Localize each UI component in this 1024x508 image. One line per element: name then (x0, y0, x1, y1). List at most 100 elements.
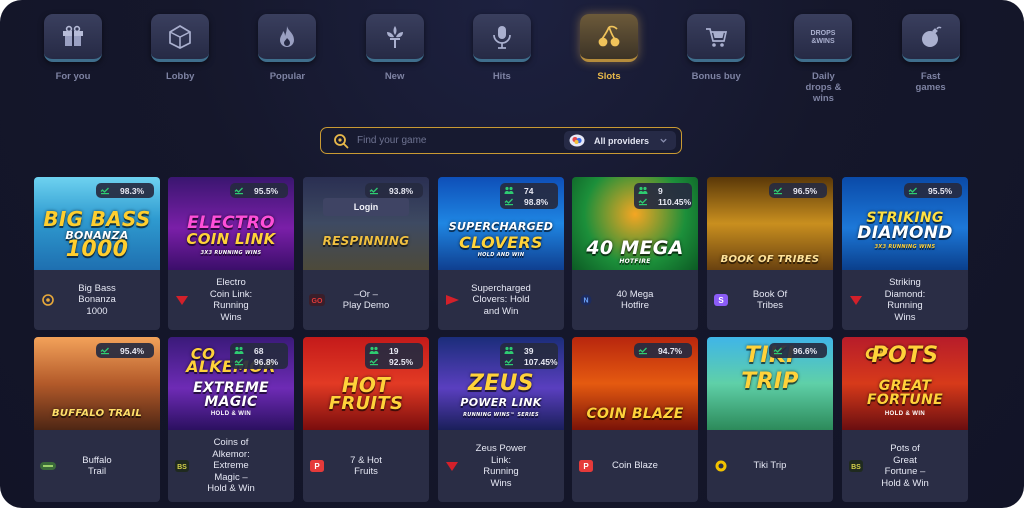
game-card[interactable]: TIKITRIP96.6%Tiki Trip (707, 337, 833, 502)
players-icon (638, 186, 648, 194)
svg-text:P: P (583, 462, 589, 471)
svg-text:S: S (718, 296, 724, 305)
game-info: BS Coins of Alkemor: Extreme Magic – Hold… (168, 430, 294, 502)
game-card[interactable]: BUFFALO TRAIL 95.4% Buffalo Trail (34, 337, 160, 502)
rtp-icon (773, 347, 782, 355)
providers-label: All providers (594, 135, 650, 146)
category-icon-box: DROPS &WINS (794, 14, 853, 62)
game-card[interactable]: ELECTRO COIN LINK 3X3 RUNNING WINS 95.5% Ele… (168, 177, 294, 330)
bs-provider-icon: BS (849, 460, 863, 472)
game-thumbnail[interactable]: RESPINNING Login 93.8% (303, 177, 429, 270)
rtp-value: 95.4% (120, 345, 145, 356)
casino-lobby: For you Lobby Popular New Hits Slots Bonus buy… (0, 0, 1024, 508)
game-thumbnail[interactable]: ZEUS POWER LINK RUNNING WINS™ SERIES 39 107.… (438, 337, 564, 430)
category-slots[interactable]: Slots (569, 14, 649, 82)
category-for-you[interactable]: For you (33, 14, 113, 82)
game-card[interactable]: RESPINNING Login 93.8% GO –Or – Play Demo (303, 177, 429, 330)
category-label: New (384, 71, 405, 82)
game-thumbnail[interactable]: SUPERCHARGED CLOVERS HOLD AND WIN 74 98.8% (438, 177, 564, 270)
category-lobby[interactable]: Lobby (140, 14, 220, 82)
rtp-row: 95.4% (100, 345, 150, 356)
p-provider-icon: P (579, 460, 593, 472)
rtp-icon (369, 187, 378, 195)
game-thumbnail[interactable]: BOOK OF TRIBES 96.5% (707, 177, 833, 270)
playson-icon (176, 296, 188, 305)
game-thumbnail[interactable]: OF POTS GREAT FORTUNE HOLD & WIN (842, 337, 968, 430)
category-icon-box (901, 14, 960, 62)
players-row: 19 (369, 345, 419, 356)
thumbnail-title: 3X3 RUNNING WINS (200, 250, 262, 256)
thumbnail-title: ZEUS (468, 371, 534, 396)
game-card[interactable]: OF POTS GREAT FORTUNE HOLD & WIN BS Pots of Gr… (842, 337, 968, 502)
game-thumbnail[interactable]: BUFFALO TRAIL 95.4% (34, 337, 160, 430)
green-provider-icon (40, 462, 56, 470)
gift-icon (63, 25, 83, 46)
rtp-icon (504, 358, 513, 366)
search-input[interactable] (357, 135, 557, 146)
category-fast-games[interactable]: Fast games (891, 14, 971, 93)
rtp-row: 92.5% (369, 356, 419, 367)
game-info: Buffalo Trail (34, 430, 160, 502)
game-info: Big Bass Bonanza 1000 (34, 270, 160, 330)
game-info: Electro Coin Link: Running Wins (168, 270, 294, 330)
category-daily-drops-wins[interactable]: DROPS &WINS Daily drops & wins (783, 14, 863, 104)
category-bar: For you Lobby Popular New Hits Slots Bonus buy… (20, 14, 1004, 114)
game-thumbnail[interactable]: 40 MEGA HOTFIRE 9 110.45% (572, 177, 698, 270)
search-icon (334, 133, 349, 148)
game-card[interactable]: SUPERCHARGED CLOVERS HOLD AND WIN 74 98.8% Su… (438, 177, 564, 330)
game-card[interactable]: COIN BLAZE 94.7% P Coin Blaze (572, 337, 698, 502)
category-bonus-buy[interactable]: Bonus buy (676, 14, 756, 82)
category-icon-box (258, 14, 317, 62)
rtp-icon (100, 187, 109, 195)
game-card[interactable]: BIG BASS BONANZA 1000 98.3% Big Bass Bonanza… (34, 177, 160, 330)
game-card[interactable]: STRIKING DIAMOND 3X3 RUNNING WINS 95.5% Stri… (842, 177, 968, 330)
game-name: Electro Coin Link: Running Wins (209, 277, 253, 323)
game-thumbnail[interactable]: HOT FRUITS 19 92.5% (303, 337, 429, 430)
game-card[interactable]: COALKEMOREXTREMEMAGICHOLD & WIN6896.8%BS… (168, 337, 294, 502)
cart-icon (706, 27, 728, 47)
players-count: 9 (658, 185, 663, 196)
thumbnail-title: DIAMOND (857, 223, 953, 243)
game-thumbnail[interactable]: STRIKING DIAMOND 3X3 RUNNING WINS 95.5% (842, 177, 968, 270)
rtp-row: 110.45% (638, 196, 692, 207)
svg-text:N: N (583, 298, 588, 305)
category-new[interactable]: New (355, 14, 435, 82)
thumbnail-title: 40 MEGA (586, 237, 684, 259)
game-thumbnail[interactable]: BIG BASS BONANZA 1000 98.3% (34, 177, 160, 270)
game-thumbnail[interactable]: ELECTRO COIN LINK 3X3 RUNNING WINS 95.5% (168, 177, 294, 270)
game-thumbnail[interactable]: COALKEMOREXTREMEMAGICHOLD & WIN6896.8% (168, 337, 294, 430)
game-stats-badge: 93.8% (365, 183, 423, 198)
game-card[interactable]: 40 MEGA HOTFIRE 9 110.45% N 40 Mega Hotfire (572, 177, 698, 330)
category-label: Hits (492, 71, 511, 82)
svg-text:GO: GO (312, 298, 323, 305)
game-thumbnail[interactable]: TIKITRIP96.6% (707, 337, 833, 430)
game-card[interactable]: BOOK OF TRIBES 96.5% S Book Of Tribes (707, 177, 833, 330)
category-icon-box (365, 14, 424, 62)
category-label: Bonus buy (691, 71, 741, 82)
game-name: Zeus Power Link: Running Wins (475, 443, 527, 489)
thumbnail-title: BUFFALO TRAIL (51, 408, 143, 419)
playtech-icon (446, 295, 459, 305)
game-info: BS Pots of Great Fortune – Hold & Win (842, 430, 968, 502)
rtp-value: 110.45% (658, 196, 692, 207)
game-thumbnail[interactable]: COIN BLAZE 94.7% (572, 337, 698, 430)
game-card[interactable]: ZEUS POWER LINK RUNNING WINS™ SERIES 39 107.… (438, 337, 564, 502)
yellow-provider-icon (715, 460, 727, 472)
game-stats-badge: 96.6% (769, 343, 827, 358)
game-name: 7 & Hot Fruits (350, 454, 382, 478)
game-stats-badge: 9 110.45% (634, 183, 692, 209)
thumbnail-title: HOTFIRE (619, 258, 651, 265)
rtp-row: 94.7% (638, 345, 688, 356)
category-icon-box (472, 14, 531, 62)
providers-dropdown[interactable]: All providers (564, 131, 676, 150)
thumbnail-title: BOOK OF TRIBES (720, 254, 820, 265)
rtp-value: 107.45% (524, 356, 558, 367)
rtp-value: 95.5% (254, 185, 279, 196)
game-card[interactable]: HOT FRUITS 19 92.5% P 7 & Hot Fruits (303, 337, 429, 502)
category-label: For you (55, 71, 91, 82)
category-hits[interactable]: Hits (462, 14, 542, 82)
login-button[interactable]: Login (323, 198, 409, 216)
category-popular[interactable]: Popular (247, 14, 327, 82)
players-icon (504, 186, 514, 194)
category-label: Popular (269, 71, 306, 82)
